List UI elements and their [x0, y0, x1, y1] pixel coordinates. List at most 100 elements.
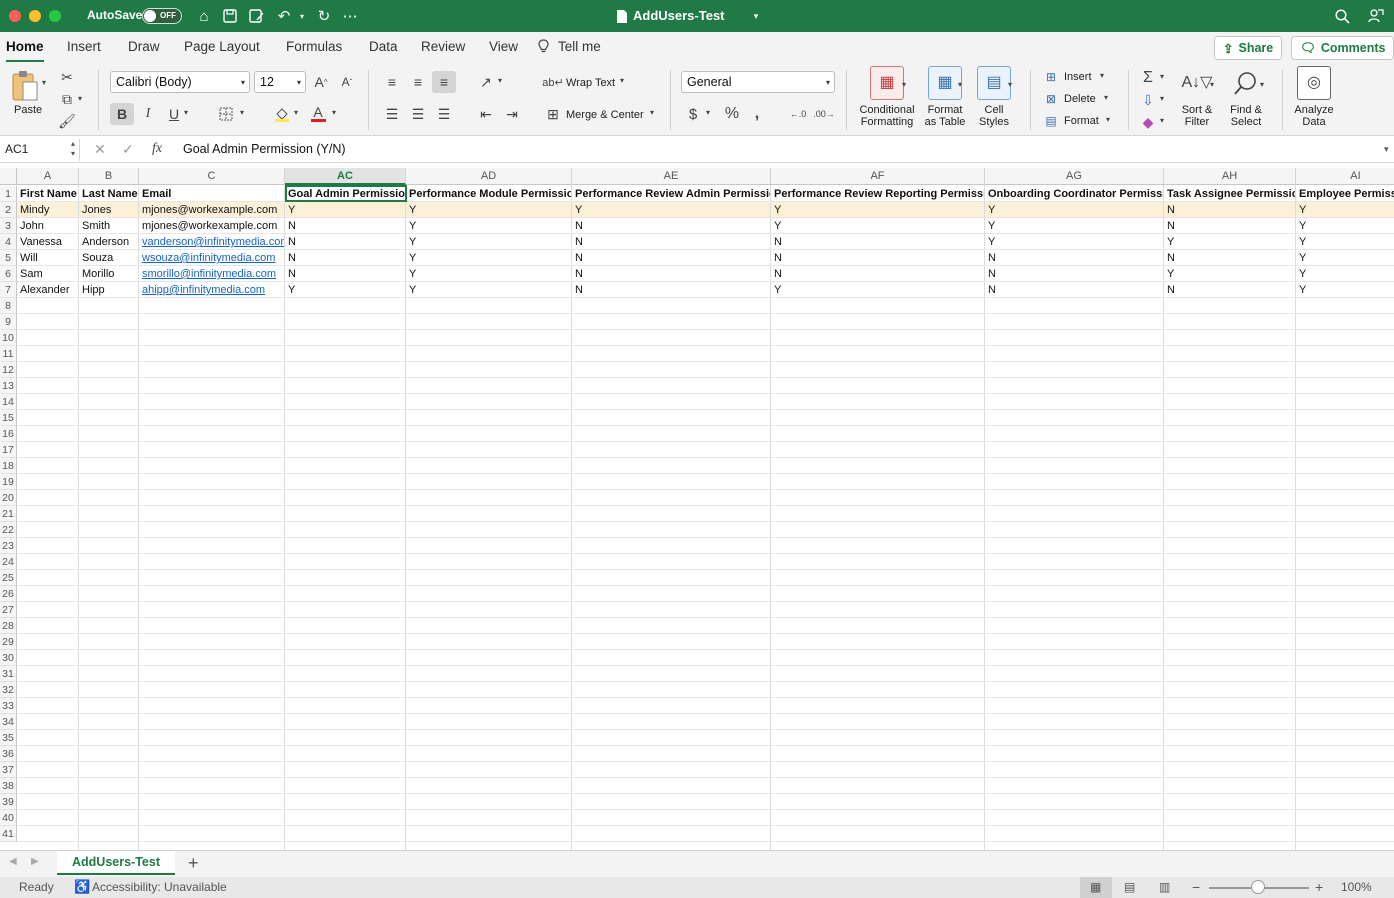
row-header[interactable]: 18	[0, 458, 17, 474]
table-cell[interactable]: Y	[985, 234, 1163, 250]
table-cell[interactable]: N	[572, 234, 770, 250]
row-header[interactable]: 10	[0, 330, 17, 346]
autosave-toggle[interactable]: OFF	[142, 8, 182, 24]
table-cell[interactable]: mjones@workexample.com	[139, 218, 284, 234]
align-center-icon[interactable]: ☰	[408, 104, 428, 124]
column-header-ad[interactable]: AD	[406, 168, 572, 185]
table-cell[interactable]: Souza	[79, 250, 138, 266]
column-header-ai[interactable]: AI	[1296, 168, 1394, 185]
format-chevron-down-icon[interactable]: ▾	[1106, 115, 1110, 124]
format-painter-icon[interactable]: 🖌	[58, 112, 76, 130]
table-cell[interactable]: N	[771, 250, 984, 266]
underline-chevron-down-icon[interactable]: ▾	[184, 108, 188, 117]
table-cell[interactable]: N	[285, 266, 405, 282]
table-cell[interactable]: Y	[1164, 234, 1295, 250]
delete-chevron-down-icon[interactable]: ▾	[1104, 93, 1108, 102]
row-header[interactable]: 22	[0, 522, 17, 538]
row-header[interactable]: 13	[0, 378, 17, 394]
wrap-text-icon[interactable]: ab↵	[542, 72, 563, 92]
table-cell[interactable]: N	[1164, 218, 1295, 234]
row-header[interactable]: 36	[0, 746, 17, 762]
paste-chevron-down-icon[interactable]: ▾	[42, 78, 46, 87]
tell-me-search[interactable]: Tell me	[558, 39, 601, 54]
italic-button[interactable]: I	[138, 103, 158, 125]
row-header[interactable]: 9	[0, 314, 17, 330]
row-header[interactable]: 34	[0, 714, 17, 730]
font-name-dropdown[interactable]: Calibri (Body) ▾	[110, 71, 250, 93]
table-cell[interactable]: mjones@workexample.com	[139, 202, 284, 218]
font-color-chevron-down-icon[interactable]: ▾	[332, 108, 336, 117]
table-cell[interactable]: Y	[1164, 266, 1295, 282]
row-header[interactable]: 24	[0, 554, 17, 570]
font-size-dropdown[interactable]: 12 ▾	[254, 71, 306, 93]
header-cell[interactable]: First Name	[17, 186, 78, 202]
table-cell[interactable]: N	[285, 218, 405, 234]
name-box-stepper-icon[interactable]: ▴ ▾	[71, 139, 75, 159]
table-cell[interactable]: smorillo@infinitymedia.com	[139, 266, 284, 282]
prev-sheet-icon[interactable]: ◀	[9, 856, 17, 867]
share-account-icon[interactable]	[1366, 6, 1386, 26]
table-cell[interactable]: N	[572, 250, 770, 266]
format-as-table-chevron-down-icon[interactable]: ▾	[958, 80, 962, 89]
table-cell[interactable]: N	[985, 266, 1163, 282]
table-cell[interactable]: Anderson	[79, 234, 138, 250]
more-icon[interactable]: ⋯	[340, 6, 360, 26]
analyze-data-button[interactable]: ◎ Analyze Data	[1288, 66, 1340, 128]
font-color-icon[interactable]: A	[308, 102, 328, 124]
zoom-slider-handle[interactable]	[1251, 880, 1265, 894]
column-header-a[interactable]: A	[17, 168, 79, 185]
spreadsheet-grid[interactable]: A B C AC AD AE AF AG AH AI 1 2 3 4 5 6 7 8 9 10 11 12 13 14 15 16…	[0, 168, 1394, 850]
autosum-chevron-down-icon[interactable]: ▾	[1160, 72, 1164, 81]
table-cell[interactable]: vanderson@infinitymedia.com	[139, 234, 284, 250]
close-window-button[interactable]	[9, 10, 21, 22]
copy-icon[interactable]: ⧉	[58, 90, 76, 108]
table-cell[interactable]: Y	[285, 282, 405, 298]
table-cell[interactable]: Y	[406, 282, 571, 298]
find-select-button[interactable]: Find & Select	[1222, 66, 1270, 128]
row-header[interactable]: 35	[0, 730, 17, 746]
undo-icon[interactable]: ↶	[274, 6, 294, 26]
table-cell[interactable]: Y	[1296, 218, 1394, 234]
minimize-window-button[interactable]	[29, 10, 41, 22]
table-cell[interactable]: Y	[985, 202, 1163, 218]
header-cell[interactable]: Last Name	[79, 186, 138, 202]
wrap-text-chevron-down-icon[interactable]: ▾	[620, 76, 624, 85]
table-cell[interactable]: Will	[17, 250, 78, 266]
row-header[interactable]: 40	[0, 810, 17, 826]
row-header[interactable]: 16	[0, 426, 17, 442]
zoom-window-button[interactable]	[49, 10, 61, 22]
currency-icon[interactable]: $	[684, 104, 702, 124]
table-cell[interactable]: Vanessa	[17, 234, 78, 250]
column-header-b[interactable]: B	[79, 168, 139, 185]
column-header-c[interactable]: C	[139, 168, 285, 185]
increase-decimal-icon[interactable]: ←.0	[788, 104, 808, 124]
header-cell[interactable]: Performance Module Permission	[406, 186, 571, 202]
table-cell[interactable]: Y	[406, 202, 571, 218]
row-header[interactable]: 17	[0, 442, 17, 458]
table-cell[interactable]: Y	[285, 202, 405, 218]
comma-style-icon[interactable]: ,	[748, 104, 766, 124]
row-header[interactable]: 37	[0, 762, 17, 778]
conditional-formatting-chevron-down-icon[interactable]: ▾	[902, 80, 906, 89]
fill-color-icon[interactable]	[272, 104, 292, 124]
normal-view-button[interactable]: ▦	[1080, 877, 1112, 898]
find-select-chevron-down-icon[interactable]: ▾	[1260, 80, 1264, 89]
cancel-entry-icon[interactable]: ✕	[94, 141, 106, 158]
align-bottom-icon[interactable]: ≡	[432, 71, 456, 93]
table-cell[interactable]: N	[771, 234, 984, 250]
fill-chevron-down-icon[interactable]: ▾	[1160, 94, 1164, 103]
title-chevron-down-icon[interactable]: ▾	[746, 6, 766, 26]
wrap-text-button[interactable]: Wrap Text	[566, 77, 615, 89]
row-header[interactable]: 26	[0, 586, 17, 602]
table-cell[interactable]: Y	[406, 234, 571, 250]
table-cell[interactable]: N	[1164, 202, 1295, 218]
insert-cells-icon[interactable]: ⊞	[1042, 68, 1060, 86]
header-cell[interactable]: Email	[139, 186, 284, 202]
table-cell[interactable]: Y	[406, 218, 571, 234]
header-cell[interactable]: Employee Permissi	[1296, 186, 1394, 202]
column-header-af[interactable]: AF	[771, 168, 985, 185]
row-header[interactable]: 20	[0, 490, 17, 506]
table-cell[interactable]: Hipp	[79, 282, 138, 298]
table-cell[interactable]: N	[985, 282, 1163, 298]
table-cell[interactable]: N	[572, 218, 770, 234]
